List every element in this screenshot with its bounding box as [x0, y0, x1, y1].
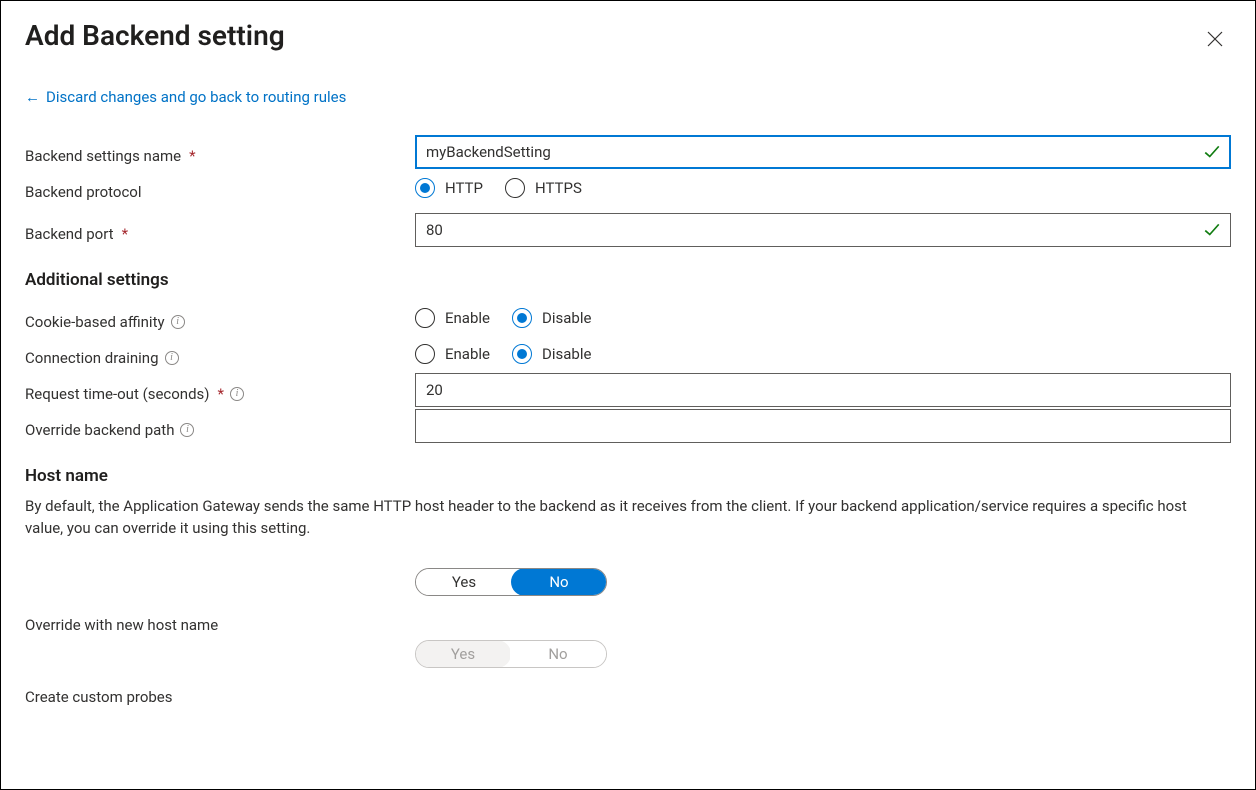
override-hostname-sub-yes: Yes — [415, 640, 511, 668]
info-icon[interactable]: i — [180, 423, 194, 437]
connection-draining-label: Connection draining i — [25, 336, 415, 372]
request-timeout-label: Request time-out (seconds) * i — [25, 372, 415, 408]
info-icon[interactable]: i — [171, 315, 185, 329]
check-icon — [1203, 143, 1221, 161]
cookie-affinity-radio-group: Enable Disable — [415, 308, 591, 328]
panel-title: Add Backend setting — [25, 19, 285, 52]
override-hostname-label: Override with new host name — [25, 600, 415, 636]
check-icon — [1203, 221, 1221, 239]
override-backend-path-input[interactable] — [415, 409, 1231, 443]
arrow-left-icon: ← — [25, 88, 40, 106]
add-backend-setting-panel: Add Backend setting ← Discard changes an… — [0, 0, 1256, 790]
connection-draining-enable-radio[interactable]: Enable — [415, 344, 490, 364]
override-hostname-sub-no: No — [510, 641, 606, 667]
override-hostname-sub-toggle: Yes No — [415, 640, 607, 668]
cookie-affinity-label: Cookie-based affinity i — [25, 300, 415, 336]
override-hostname-yes[interactable]: Yes — [416, 569, 512, 595]
connection-draining-radio-group: Enable Disable — [415, 344, 591, 364]
discard-back-link[interactable]: ← Discard changes and go back to routing… — [25, 88, 346, 106]
backend-settings-name-label: Backend settings name * — [25, 134, 415, 170]
backend-port-label: Backend port * — [25, 212, 415, 248]
additional-settings-heading: Additional settings — [25, 270, 1231, 290]
backend-settings-name-input[interactable] — [415, 135, 1231, 169]
close-icon — [1207, 31, 1223, 47]
cookie-affinity-disable-radio[interactable]: Disable — [512, 308, 591, 328]
override-hostname-spacer — [25, 564, 415, 600]
override-hostname-toggle: Yes No — [415, 568, 607, 596]
cookie-affinity-enable-radio[interactable]: Enable — [415, 308, 490, 328]
close-button[interactable] — [1199, 23, 1231, 55]
host-name-heading: Host name — [25, 466, 1231, 486]
required-indicator: * — [218, 385, 224, 403]
override-backend-path-label: Override backend path i — [25, 408, 415, 444]
required-indicator: * — [122, 225, 128, 243]
backend-protocol-label: Backend protocol — [25, 170, 415, 206]
host-name-description: By default, the Application Gateway send… — [25, 496, 1205, 540]
backend-protocol-radio-group: HTTP HTTPS — [415, 178, 582, 198]
protocol-https-radio[interactable]: HTTPS — [505, 178, 582, 198]
request-timeout-input[interactable] — [415, 373, 1231, 407]
discard-back-link-text: Discard changes and go back to routing r… — [46, 88, 346, 106]
override-hostname-no[interactable]: No — [511, 568, 607, 596]
required-indicator: * — [189, 147, 195, 165]
connection-draining-disable-radio[interactable]: Disable — [512, 344, 591, 364]
info-icon[interactable]: i — [230, 387, 244, 401]
create-custom-probes-label: Create custom probes — [25, 672, 415, 708]
protocol-http-radio[interactable]: HTTP — [415, 178, 483, 198]
backend-port-input[interactable] — [415, 213, 1231, 247]
info-icon[interactable]: i — [165, 351, 179, 365]
